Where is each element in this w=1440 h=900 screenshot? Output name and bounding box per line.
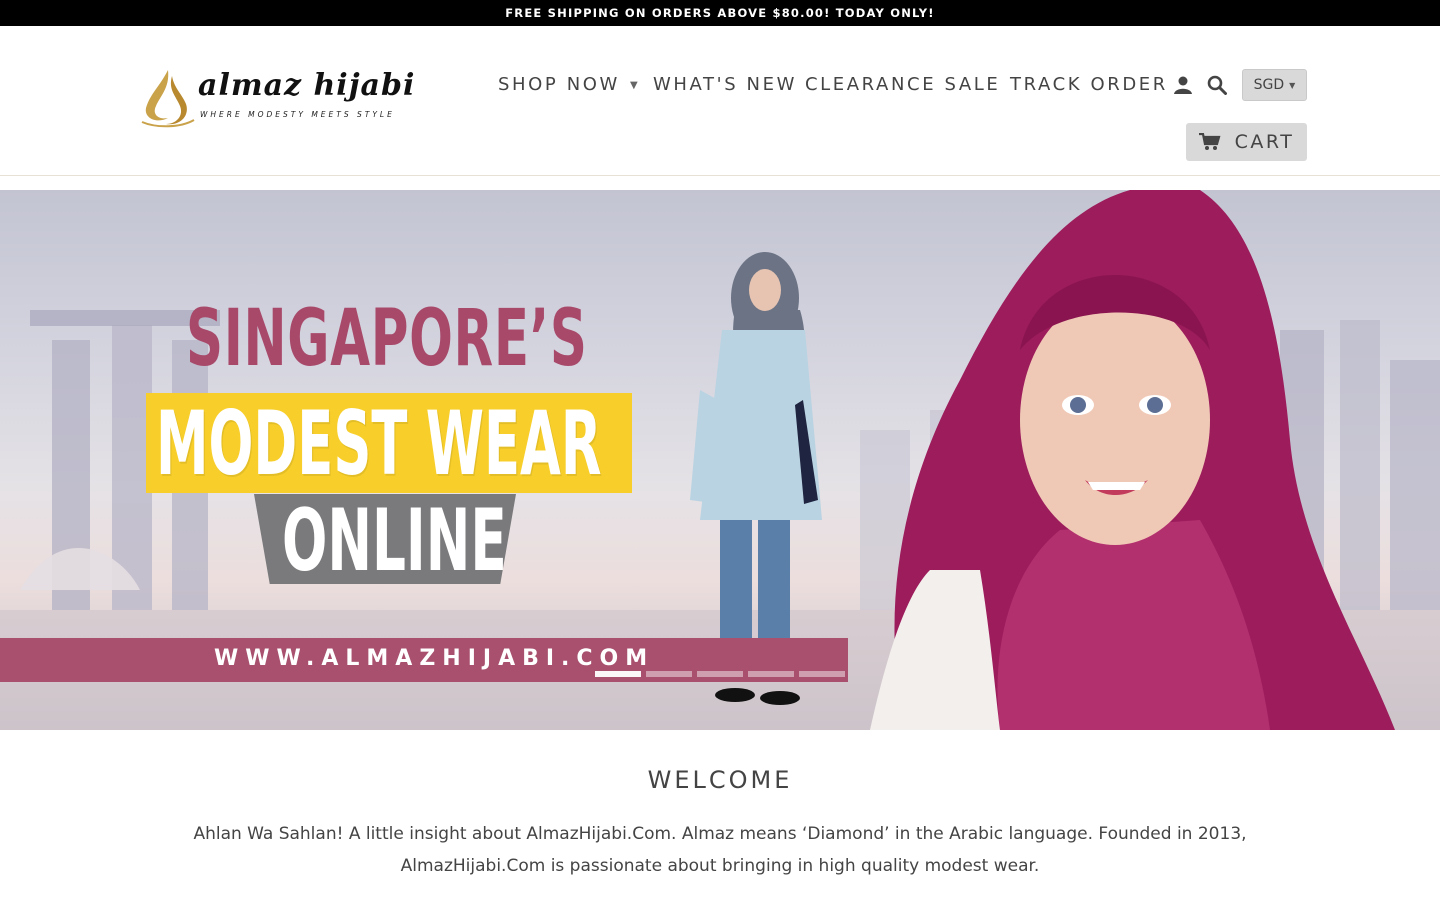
slide-dot-3[interactable]: [697, 671, 743, 677]
welcome-text: Ahlan Wa Sahlan! A little insight about …: [193, 824, 1247, 876]
hero-headline-line3: ONLINE: [282, 491, 507, 591]
search-icon: [1207, 75, 1227, 95]
welcome-title: WELCOME: [647, 766, 793, 794]
hero-headline-line1: SINGAPORE’S: [186, 294, 588, 384]
nav-whats-new[interactable]: WHAT'S NEW: [653, 70, 797, 100]
announcement-bar: FREE SHIPPING ON ORDERS ABOVE $80.00! TO…: [0, 0, 1440, 26]
nav-shop-now[interactable]: SHOP NOW ▼: [498, 70, 640, 100]
nav-whats-new-label: WHAT'S NEW: [653, 74, 797, 95]
site-header: almaz hijabi WHERE MODESTY MEETS STYLE S…: [0, 26, 1440, 176]
nav-track-order[interactable]: TRACK ORDER: [1010, 70, 1168, 100]
nav-track-order-label: TRACK ORDER: [1010, 74, 1168, 95]
slide-dot-2[interactable]: [646, 671, 692, 677]
chevron-down-icon: ▼: [629, 80, 641, 91]
search-button[interactable]: [1203, 70, 1231, 100]
nav-clearance-sale-label: CLEARANCE SALE: [805, 74, 1001, 95]
hero-url: WWW.ALMAZHIJABI.COM: [214, 646, 655, 671]
currency-select[interactable]: SGD ▼: [1242, 69, 1307, 101]
slide-indicators: [595, 671, 845, 677]
nav-clearance-sale[interactable]: CLEARANCE SALE: [805, 70, 1000, 100]
brand-tagline: WHERE MODESTY MEETS STYLE: [200, 110, 395, 119]
slide-dot-5[interactable]: [799, 671, 845, 677]
cart-label: CART: [1234, 131, 1295, 153]
slide-dot-1[interactable]: [595, 671, 641, 677]
slide-dot-4[interactable]: [748, 671, 794, 677]
account-button[interactable]: [1169, 70, 1197, 100]
currency-chevron-icon: ▼: [1289, 80, 1296, 90]
hero-headline-line2: MODEST WEAR: [156, 392, 602, 495]
cart-button[interactable]: CART: [1186, 123, 1307, 161]
cart-icon: [1198, 133, 1221, 150]
currency-value: SGD: [1253, 77, 1285, 93]
hero-slideshow[interactable]: WWW.ALMAZHIJABI.COM SINGAPORE’S MODEST W…: [0, 190, 1440, 730]
nav-shop-now-label: SHOP NOW: [498, 74, 620, 95]
announcement-text: FREE SHIPPING ON ORDERS ABOVE $80.00! TO…: [505, 6, 935, 20]
main-nav: SHOP NOW ▼ WHAT'S NEW CLEARANCE SALE TRAC…: [0, 70, 1440, 100]
user-icon: [1174, 76, 1192, 94]
